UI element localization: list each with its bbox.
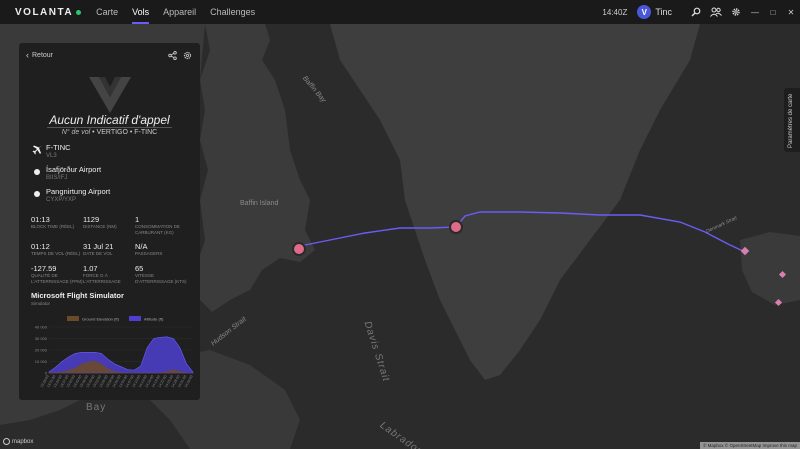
stat-fuel: 1 Consommation de carburant (kg): [135, 215, 180, 235]
search-icon[interactable]: [686, 0, 706, 24]
arrival-dot-icon: [31, 188, 43, 200]
aircraft-item[interactable]: F-TINC VL3: [31, 143, 71, 160]
app-name: VOLANTA: [15, 6, 74, 18]
airline-logo-icon: [89, 77, 131, 113]
maximize-button[interactable]: □: [764, 0, 782, 24]
gear-icon[interactable]: [726, 0, 746, 24]
legend-swatch: [67, 316, 79, 321]
stat-distance: 1129 Distance (NM): [83, 215, 117, 229]
y-tick-label: 30 000: [35, 336, 48, 341]
legend-swatch: [129, 316, 141, 321]
waypoint-marker-greenland[interactable]: [449, 220, 463, 234]
series-area-altitude: [48, 336, 194, 374]
nav-appareil[interactable]: Appareil: [156, 0, 203, 24]
y-tick-label: 20 000: [35, 348, 48, 353]
share-icon[interactable]: [166, 49, 178, 61]
altitude-profile-chart: Ground Elevation (ft) Altitude (ft)010 00…: [35, 316, 194, 388]
departure-item[interactable]: Ísafjörður Airport BIIS/IFJ: [31, 165, 101, 182]
departure-airport-name: Ísafjörður Airport: [46, 165, 102, 174]
online-status-dot: [76, 9, 82, 15]
departure-airport-code: BIIS/IFJ: [46, 175, 68, 181]
callsign-divider: [47, 127, 172, 128]
arrival-airport-code: CYXP/YXP: [46, 197, 77, 203]
departure-dot-icon: [31, 166, 43, 178]
legend-label: Ground Elevation (ft): [82, 317, 120, 322]
y-tick-label: 40 000: [35, 325, 48, 330]
username[interactable]: Tinc: [655, 7, 672, 17]
simulator-name: Microsoft Flight Simulator: [31, 291, 124, 300]
chevron-left-icon: ‹: [26, 50, 29, 60]
stat-landing-g: 1.07 Force G à l'atterrissage: [83, 264, 121, 284]
y-tick-label: 10 000: [35, 359, 48, 364]
top-bar: VOLANTA Carte Vols Appareil Challenges 1…: [0, 0, 800, 24]
iceland-landmass: [740, 232, 800, 305]
callsign: Aucun Indicatif d'appel: [49, 113, 170, 127]
stat-flight-time: 01:12 Temps de vol (réel): [31, 242, 81, 256]
baffin-island-landmass: [195, 24, 315, 312]
map-settings-label: Paramètres de carte: [788, 93, 794, 148]
users-icon[interactable]: [706, 0, 726, 24]
legend-label: Altitude (ft): [144, 317, 164, 322]
label-bay: Bay: [86, 402, 107, 413]
greenland-landmass: [330, 24, 700, 380]
stat-landing-rate: -127.59 Qualité de l'atterrissage (FPM): [31, 264, 83, 284]
flight-detail-panel: ‹ Retour Aucun Indicatif d'appel N° de v…: [19, 43, 200, 400]
aircraft-type: VL3: [46, 153, 57, 159]
avatar[interactable]: V: [637, 5, 652, 19]
label-baffin-island: Baffin Island: [240, 200, 279, 207]
flight-subtitle: N° de vol • VERTIGO • F-TINC: [61, 129, 158, 136]
map-settings-button[interactable]: Paramètres de carte: [784, 88, 800, 152]
mapbox-logo[interactable]: mapbox: [3, 438, 33, 445]
close-button[interactable]: ✕: [782, 0, 800, 24]
simulator-label: Simulator: [31, 301, 51, 306]
airplane-icon: [31, 144, 43, 156]
arrival-marker-pangnirtung[interactable]: [292, 242, 306, 256]
map-attribution[interactable]: © Mapbox © OpenStreetMap Improve this ma…: [700, 442, 800, 449]
nav-carte[interactable]: Carte: [89, 0, 125, 24]
back-button[interactable]: ‹ Retour: [26, 50, 53, 60]
nav-vols[interactable]: Vols: [125, 0, 156, 24]
stat-flight-date: 31 Jul 21 Date de vol: [83, 242, 114, 256]
mapbox-icon: [3, 438, 10, 445]
settings-icon[interactable]: [181, 49, 193, 61]
minimize-button[interactable]: —: [746, 0, 764, 24]
stat-passengers: N/A Passagers: [135, 242, 163, 256]
utc-clock: 14:40Z: [602, 7, 628, 17]
app-logo[interactable]: VOLANTA: [15, 6, 82, 18]
arrival-airport-name: Pangnirtung Airport: [46, 187, 111, 196]
stat-block-time: 01:13 Block time (réel): [31, 215, 75, 229]
arrival-item[interactable]: Pangnirtung Airport CYXP/YXP: [31, 187, 110, 204]
aircraft-registration: F-TINC: [46, 143, 71, 152]
nav-challenges[interactable]: Challenges: [203, 0, 262, 24]
stat-landing-speed: 65 Vitesse d'atterrissage (KTS): [135, 264, 187, 284]
